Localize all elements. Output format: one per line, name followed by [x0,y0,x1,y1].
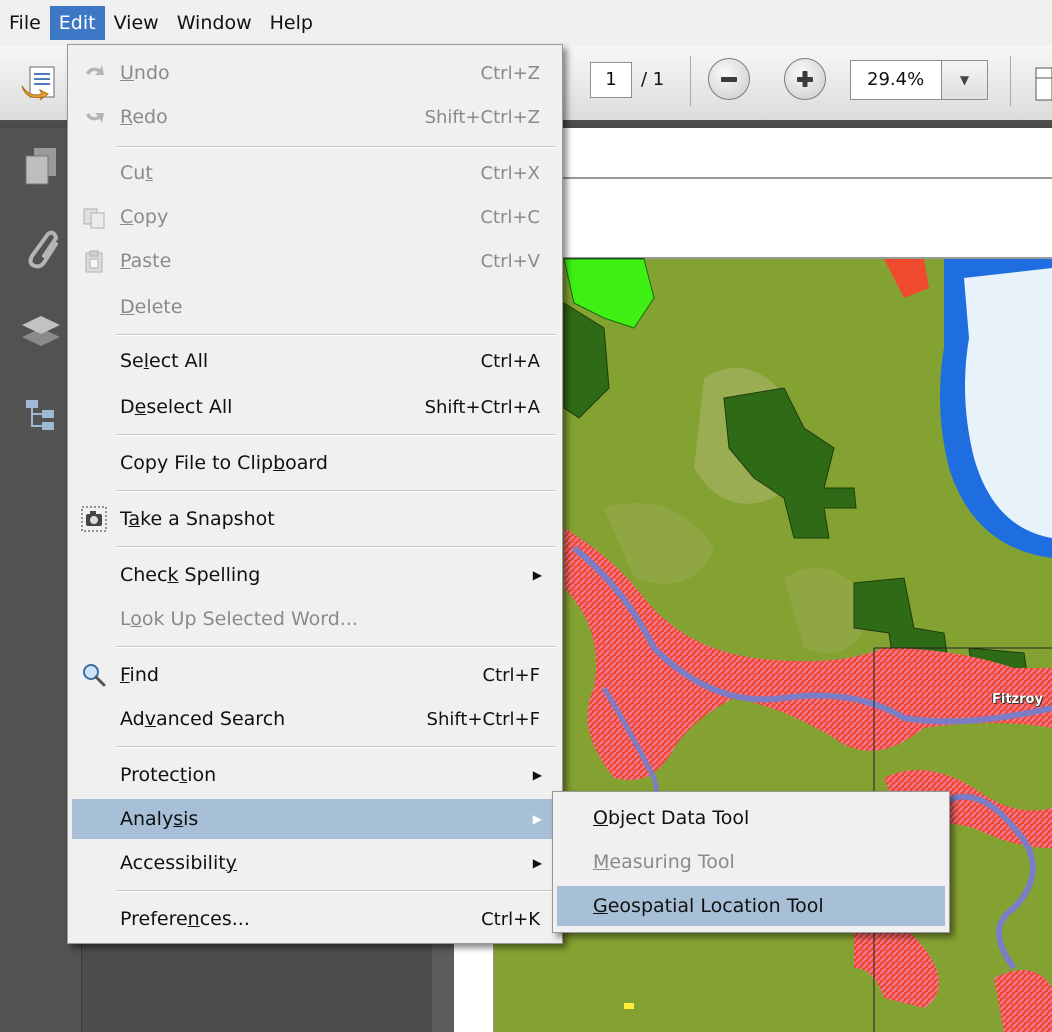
menu-item-shortcut: Ctrl+A [480,350,540,372]
menu-item-label: Paste [120,250,172,272]
menu-edit[interactable]: Edit [49,6,105,40]
redo-icon [80,103,108,131]
menu-item-label: Undo [120,62,170,84]
menu-item-label: Copy [120,206,169,228]
menu-item-shortcut: Shift+Ctrl+A [424,396,540,418]
create-pdf-icon[interactable] [20,64,60,104]
menu-separator [116,890,556,892]
menu-item-label: Analysis [120,808,199,830]
menu-separator [116,646,556,648]
menu-item-label: Select All [120,350,209,372]
menu-item-paste[interactable]: Paste Ctrl+V [72,241,558,281]
menu-item-label: Look Up Selected Word... [120,608,358,630]
menu-item-copy[interactable]: Copy Ctrl+C [72,197,558,237]
menu-item-delete[interactable]: Delete [72,287,558,327]
map-place-label: Fitzroy [992,692,1043,707]
menu-item-redo[interactable]: Redo Shift+Ctrl+Z [72,97,558,137]
menu-item-shortcut: Ctrl+F [482,664,540,686]
menu-item-label: Advanced Search [120,708,286,730]
layers-icon[interactable] [18,308,64,354]
analysis-submenu: Object Data Tool Measuring Tool Geospati… [552,791,950,933]
menu-item-measuring-tool[interactable]: Measuring Tool [557,842,945,882]
menu-separator [116,334,556,336]
menu-item-label: Check Spelling [120,564,261,586]
submenu-arrow-icon: ▶ [532,568,542,582]
zoom-out-icon[interactable] [708,58,750,100]
menu-item-protection[interactable]: Protection ▶ [72,755,558,795]
page-number-input[interactable]: 1 [590,62,632,98]
menu-item-accessibility[interactable]: Accessibility ▶ [72,843,558,883]
menu-item-shortcut: Shift+Ctrl+Z [424,106,540,128]
menu-item-label: Take a Snapshot [120,508,275,530]
menu-item-label: Preferences... [120,908,250,930]
menu-window[interactable]: Window [168,6,261,40]
attachments-icon[interactable] [18,226,64,272]
menu-item-analysis[interactable]: Analysis ▶ [72,799,558,839]
menu-item-shortcut: Ctrl+K [481,908,540,930]
menu-item-shortcut: Ctrl+Z [480,62,540,84]
submenu-arrow-icon: ▶ [532,856,542,870]
menu-item-label: Object Data Tool [593,807,750,829]
toolbar-separator [690,56,691,106]
menu-item-label: Accessibility [120,852,237,874]
menu-item-find[interactable]: Find Ctrl+F [72,655,558,695]
menu-separator [116,146,556,148]
menu-item-label: Delete [120,296,183,318]
menu-item-object-data-tool[interactable]: Object Data Tool [557,798,945,838]
menu-view[interactable]: View [105,6,168,40]
submenu-arrow-icon: ▶ [532,768,542,782]
menu-help[interactable]: Help [261,6,322,40]
page-total: / 1 [641,69,665,90]
copy-icon [80,203,108,231]
menu-item-cut[interactable]: Cut Ctrl+X [72,153,558,193]
find-icon [80,661,108,689]
fit-page-icon[interactable] [1030,64,1052,104]
menu-item-advanced-search[interactable]: Advanced Search Shift+Ctrl+F [72,699,558,739]
menu-item-geospatial-location-tool[interactable]: Geospatial Location Tool [557,886,945,926]
menu-item-shortcut: Ctrl+C [480,206,540,228]
menu-item-label: Copy File to Clipboard [120,452,328,474]
model-tree-icon[interactable] [18,392,64,438]
menu-item-preferences[interactable]: Preferences... Ctrl+K [72,899,558,939]
menu-item-check-spelling[interactable]: Check Spelling ▶ [72,555,558,595]
paste-icon [80,247,108,275]
chevron-down-icon: ▼ [959,73,970,87]
zoom-level-input[interactable]: 29.4% [850,60,942,100]
pages-icon[interactable] [18,142,64,188]
menu-item-label: Deselect All [120,396,233,418]
menu-item-shortcut: Shift+Ctrl+F [426,708,540,730]
snapshot-icon [80,505,108,533]
menu-item-label: Geospatial Location Tool [593,895,824,917]
undo-icon [80,59,108,87]
menu-item-label: Measuring Tool [593,851,735,873]
menu-item-label: Redo [120,106,168,128]
menu-item-copy-file-to-clipboard[interactable]: Copy File to Clipboard [72,443,558,483]
menu-item-deselect-all[interactable]: Deselect All Shift+Ctrl+A [72,387,558,427]
menu-item-look-up-word[interactable]: Look Up Selected Word... [72,599,558,639]
menu-item-label: Cut [120,162,153,184]
zoom-in-icon[interactable] [784,58,826,100]
menu-file[interactable]: File [0,6,50,40]
menu-item-label: Protection [120,764,217,786]
menu-item-shortcut: Ctrl+X [480,162,540,184]
menu-separator [116,546,556,548]
menu-separator [116,490,556,492]
toolbar-separator [1010,56,1011,106]
menu-separator [116,434,556,436]
edit-menu: Undo Ctrl+Z Redo Shift+Ctrl+Z Cut Ctrl+X… [67,44,563,944]
menu-item-select-all[interactable]: Select All Ctrl+A [72,341,558,381]
menu-bar: File Edit View Window Help [0,0,1052,46]
zoom-dropdown-button[interactable]: ▼ [942,60,988,100]
menu-item-label: Find [120,664,159,686]
menu-item-take-snapshot[interactable]: Take a Snapshot [72,499,558,539]
submenu-arrow-icon: ▶ [532,812,542,826]
menu-item-undo[interactable]: Undo Ctrl+Z [72,53,558,93]
menu-item-shortcut: Ctrl+V [480,250,540,272]
menu-separator [116,746,556,748]
